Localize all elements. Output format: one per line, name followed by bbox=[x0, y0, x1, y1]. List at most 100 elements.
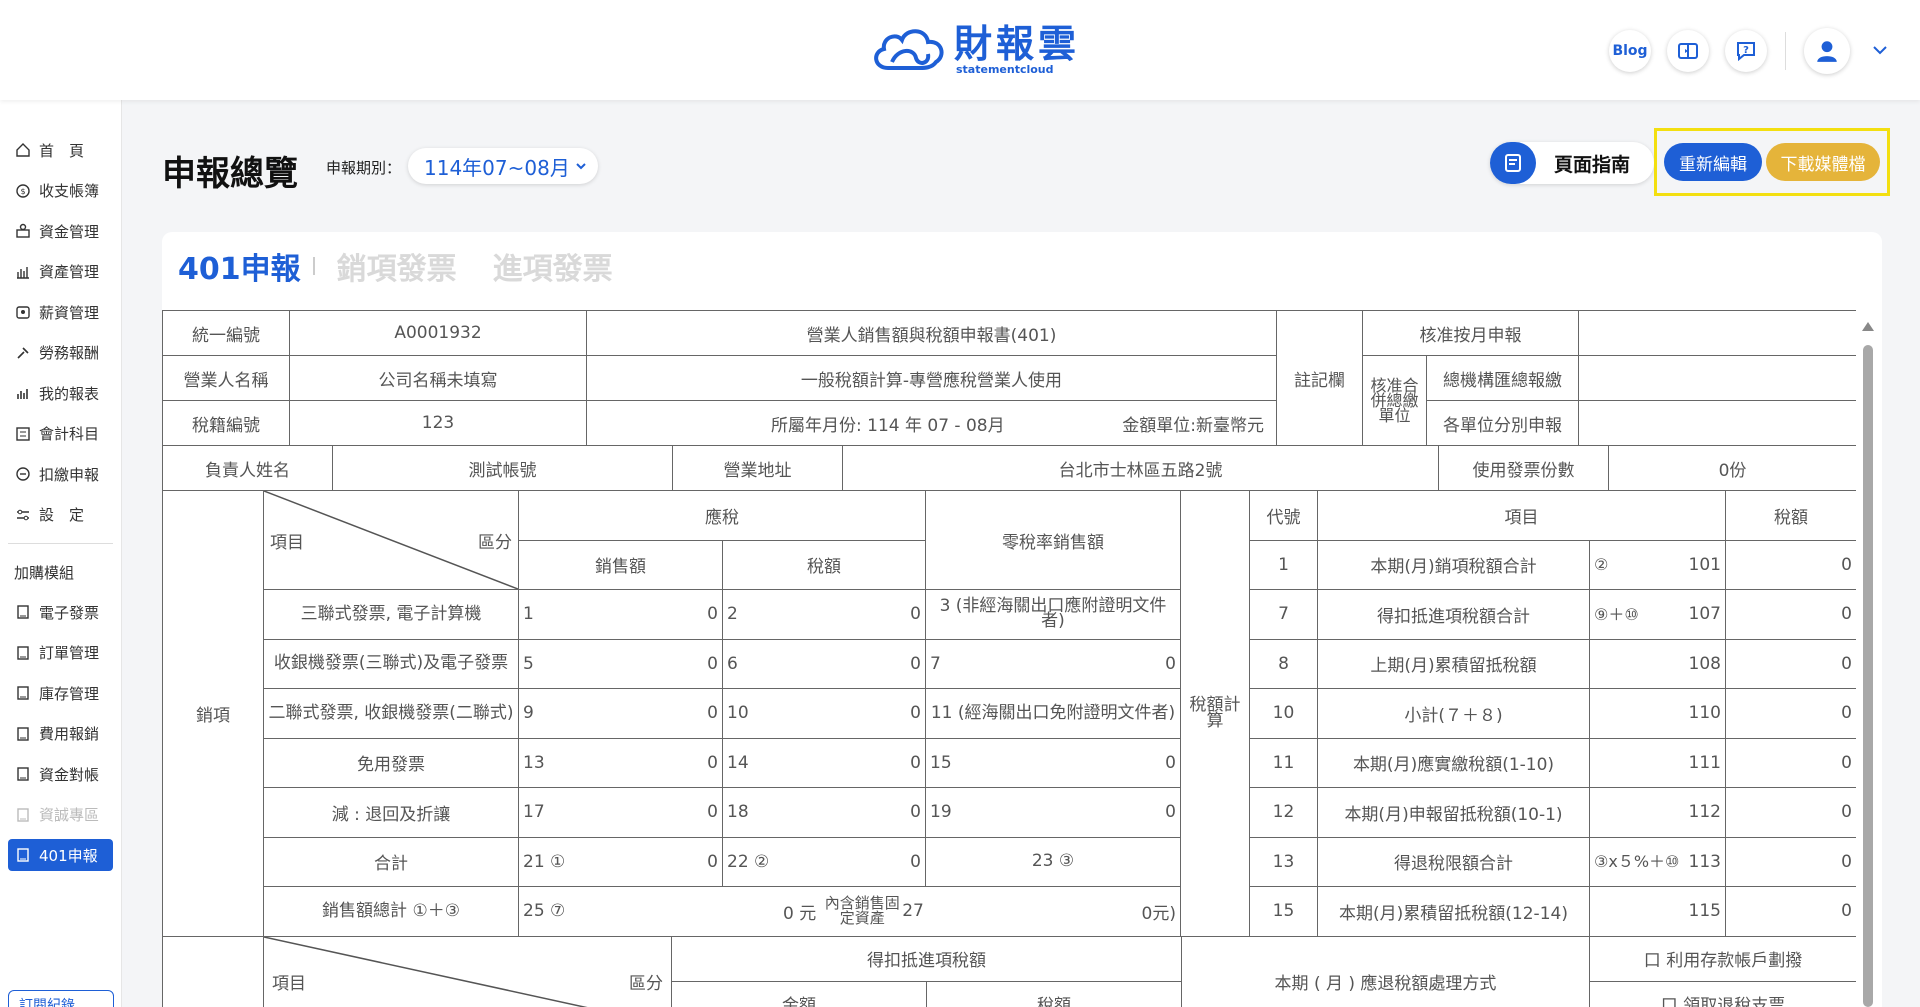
sidebar-addon-6[interactable]: 401申報 bbox=[8, 839, 113, 871]
scrollbar-thumb[interactable] bbox=[1863, 345, 1873, 1007]
reedit-button[interactable]: 重新編輯 bbox=[1664, 143, 1762, 181]
subscribe-record-button[interactable]: 訂閱紀錄 bbox=[8, 990, 114, 1007]
each-unit-value bbox=[1578, 400, 1856, 446]
sidebar-item-0[interactable]: 首 頁 bbox=[0, 130, 121, 171]
company-name-value: 公司名稱未填寫 bbox=[289, 355, 587, 401]
tax-row-formula-cell: 112 bbox=[1589, 787, 1726, 838]
tax-row-value[interactable]: 0 bbox=[1725, 737, 1856, 788]
fixed-asset-value[interactable]: 0元) bbox=[1142, 899, 1176, 924]
tax-row-value[interactable]: 0 bbox=[1725, 836, 1856, 887]
tab-purchase-invoices[interactable]: 進項發票 bbox=[493, 244, 613, 288]
sales-total-cell: 25 ⑦ 0 元內含銷售固定資產 27 0元) bbox=[518, 886, 1181, 937]
sales-row-label: 二聯式發票, 收銀機發票(二聯式) bbox=[263, 688, 519, 739]
tax-row-value[interactable]: 0 bbox=[1725, 638, 1856, 689]
sidebar-item-7[interactable]: 會計科目 bbox=[0, 414, 121, 455]
download-media-file-button[interactable]: 下載媒體檔 bbox=[1766, 143, 1880, 181]
option-bank-transfer[interactable]: 口 利用存款帳戶劃撥 bbox=[1589, 935, 1856, 982]
sidebar-addon-0[interactable]: 電子發票 bbox=[0, 592, 121, 633]
sidebar-item-9[interactable]: 設 定 bbox=[0, 495, 121, 536]
sales-tax-cell[interactable]: 10 0 bbox=[722, 688, 926, 739]
top-bar: 財報雲 statementcloud Blog ? bbox=[0, 0, 1920, 100]
sales-amount-cell[interactable]: 90 bbox=[518, 688, 723, 739]
sidebar-item-label: 設 定 bbox=[39, 506, 85, 525]
sales-amount-cell-code: 1 bbox=[523, 604, 534, 625]
sales-row-label: 三聯式發票, 電子計算機 bbox=[263, 589, 519, 640]
sidebar-item-8[interactable]: 扣繳申報 bbox=[0, 454, 121, 495]
help-chat-icon: ? bbox=[1737, 42, 1755, 62]
page-guide-button[interactable]: 頁面指南 bbox=[1490, 142, 1654, 184]
sidebar: 首 頁 $ 收支帳簿 資金管理 資產管理 薪資管理 勞務報酬 我的報表 會計科目 扣繳申報設 定加… bbox=[0, 100, 122, 1007]
fixed-asset-label: 內含銷售固定資產 bbox=[824, 894, 900, 928]
help-chat-button[interactable]: ? bbox=[1725, 30, 1767, 72]
sales-tax-cell-value: 0 bbox=[910, 752, 921, 773]
tax-row-item: 本期(月)銷項稅額合計 bbox=[1317, 539, 1590, 590]
tax-row-value[interactable]: 0 bbox=[1725, 886, 1856, 937]
tax-row-value[interactable]: 0 bbox=[1725, 688, 1856, 739]
tax-amount-header: 稅額 bbox=[1725, 490, 1856, 541]
tax-row-item: 得扣抵進項稅額合計 bbox=[1317, 589, 1590, 640]
tax-form-container: 統一編號 A0001932 營業人銷售額與稅額申報書(401) 註記欄 核准按月… bbox=[162, 310, 1856, 1007]
user-icon bbox=[1817, 41, 1837, 62]
tab-bar: 401申報 銷項發票 進項發票 bbox=[178, 244, 649, 288]
sales-row-label: 收銀機發票(三聯式)及電子發票 bbox=[263, 638, 519, 689]
tax-row-item: 本期(月)累積留抵稅額(12-14) bbox=[1317, 886, 1590, 937]
brand-logo[interactable]: 財報雲 statementcloud bbox=[868, 22, 1080, 78]
user-avatar[interactable] bbox=[1804, 28, 1850, 74]
page-guide-label: 頁面指南 bbox=[1554, 153, 1631, 176]
tax-row-formula-cell: ③x５%＋⑩ 113 bbox=[1589, 836, 1726, 887]
blog-button[interactable]: Blog bbox=[1609, 30, 1651, 72]
sidebar-addon-label: 訂單管理 bbox=[39, 644, 100, 663]
sidebar-item-5[interactable]: 勞務報酬 bbox=[0, 333, 121, 374]
module-icon bbox=[14, 684, 32, 702]
sidebar-item-label: 勞務報酬 bbox=[39, 344, 100, 363]
sales-tax-cell[interactable]: 20 bbox=[722, 589, 926, 640]
sidebar-item-2[interactable]: 資金管理 bbox=[0, 211, 121, 252]
sales-tax-cell[interactable]: 14 0 bbox=[722, 737, 926, 788]
sidebar-item-3[interactable]: 資產管理 bbox=[0, 252, 121, 293]
sales-amount-cell[interactable]: 50 bbox=[518, 638, 723, 689]
sidebar-addon-2[interactable]: 庫存管理 bbox=[0, 673, 121, 714]
sidebar-item-1[interactable]: $ 收支帳簿 bbox=[0, 171, 121, 212]
sales-amount-cell-value: 0 bbox=[707, 604, 718, 625]
zero-rate-cell-value: 0 bbox=[1165, 802, 1176, 823]
period-select[interactable]: 114年07~08月 bbox=[408, 148, 598, 184]
tab-sales-invoices[interactable]: 銷項發票 bbox=[337, 244, 457, 288]
tax-row-value[interactable]: 0 bbox=[1725, 787, 1856, 838]
sales-tax-cell-value: 0 bbox=[910, 604, 921, 625]
zero-rate-cell[interactable]: 3 (非經海關出口應附證明文件者) bbox=[925, 589, 1181, 640]
zero-rate-cell[interactable]: 23 ③ bbox=[925, 836, 1181, 887]
tax-row-formula-cell: ⑨＋⑩ 107 bbox=[1589, 589, 1726, 640]
sidebar-addon-label: 401申報 bbox=[39, 846, 98, 865]
zero-rate-cell[interactable]: 15 0 bbox=[925, 737, 1181, 788]
sales-amount-cell[interactable]: 21 ① 0 bbox=[518, 836, 723, 887]
sidebar-item-4[interactable]: 薪資管理 bbox=[0, 292, 121, 333]
option-refund-check[interactable]: 口 領取退稅支票 bbox=[1589, 980, 1856, 1007]
module-icon bbox=[14, 765, 32, 783]
sales-amount-cell[interactable]: 13 0 bbox=[518, 737, 723, 788]
sales-tax-cell-code: 14 bbox=[727, 752, 749, 773]
salary-icon bbox=[14, 303, 32, 321]
sales-tax-cell[interactable]: 22 ② 0 bbox=[722, 836, 926, 887]
sidebar-addon-4[interactable]: 資金對帳 bbox=[0, 754, 121, 795]
sidebar-item-6[interactable]: 我的報表 bbox=[0, 373, 121, 414]
zero-rate-cell[interactable]: 19 0 bbox=[925, 787, 1181, 838]
sales-tax-cell[interactable]: 18 0 bbox=[722, 787, 926, 838]
owner-label: 負責人姓名 bbox=[162, 445, 333, 491]
tax-row-item: 小計(７＋８) bbox=[1317, 688, 1590, 739]
tax-row-item: 本期(月)申報留抵稅額(10-1) bbox=[1317, 787, 1590, 838]
sales-amount-cell[interactable]: 10 bbox=[518, 589, 723, 640]
video-tutorial-button[interactable] bbox=[1667, 30, 1709, 72]
tab-401-report[interactable]: 401申報 bbox=[178, 244, 301, 288]
scroll-up-arrow-icon[interactable] bbox=[1862, 322, 1874, 331]
zero-rate-cell[interactable]: 70 bbox=[925, 638, 1181, 689]
sales-amount-cell[interactable]: 17 0 bbox=[518, 787, 723, 838]
sales-total-value[interactable]: 0 元 bbox=[783, 899, 816, 924]
sidebar-item-label: 資金管理 bbox=[39, 222, 100, 241]
sidebar-addon-1[interactable]: 訂單管理 bbox=[0, 633, 121, 674]
tax-row-value[interactable]: 0 bbox=[1725, 539, 1856, 590]
sales-tax-cell[interactable]: 60 bbox=[722, 638, 926, 689]
zero-rate-cell[interactable]: 11 (經海關出口免附證明文件者) bbox=[925, 688, 1181, 739]
tax-row-value[interactable]: 0 bbox=[1725, 589, 1856, 640]
sidebar-addon-3[interactable]: 費用報銷 bbox=[0, 714, 121, 755]
chevron-down-icon[interactable] bbox=[1870, 40, 1890, 60]
